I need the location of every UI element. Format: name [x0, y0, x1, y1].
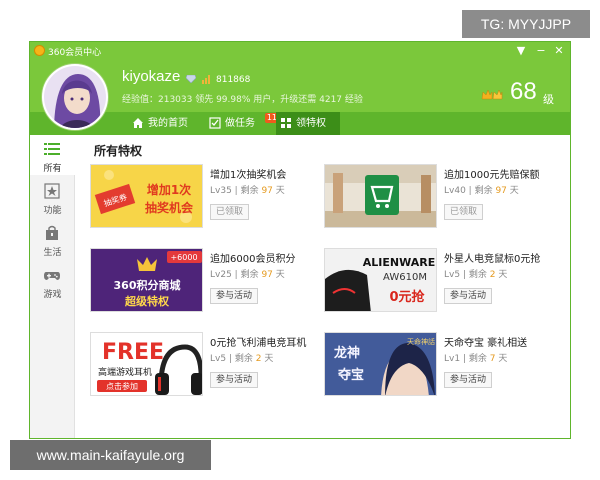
card-title: 增加1次抽奖机会 [210, 170, 287, 181]
list-icon [44, 143, 60, 155]
app-logo-icon [34, 45, 45, 56]
tab-privileges-label: 领特权 [296, 118, 326, 129]
tab-home-label: 我的首页 [148, 118, 188, 129]
experience-info: 经验值：213033 领先 99.98% 用户，升级还需 4217 经验 [122, 95, 363, 105]
banner-line-3: 0元抢 [389, 289, 425, 305]
claimed-button[interactable]: 已领取 [210, 204, 250, 220]
profile-header: 360会员中心 ▼ − ✕ kiyokaze 811868 经验值：213033… [30, 42, 570, 130]
banner-line-2: 抽奖机会 [145, 200, 194, 215]
card-title: 追加1000元先赔保额 [444, 170, 540, 181]
join-activity-button[interactable]: 参与活动 [210, 372, 259, 388]
tab-tasks[interactable]: 做任务 11 [205, 112, 279, 135]
sidebar-item-life[interactable]: 生活 [30, 219, 75, 259]
privilege-card: FREE 高端游戏耳机 点击参加 0元抢飞利浦电竞耳机 Lv5 | 剩余 2 天… [90, 332, 308, 402]
privilege-card: 追加1000元先赔保额 Lv40 | 剩余 97 天 已领取 [324, 164, 542, 234]
join-activity-button[interactable]: 参与活动 [444, 372, 493, 388]
vip-diamond-icon [186, 75, 196, 83]
privilege-card: 龙神 夺宝 天命神話 天命夺宝 豪礼相送 Lv1 | 剩余 7 天 参与活动 [324, 332, 542, 402]
sidebar-item-features-label: 功能 [43, 206, 62, 216]
points-mall-banner[interactable]: +6000 360积分商城 超级特权 [90, 248, 203, 312]
banner-line-2: 高端游戏耳机 [98, 366, 152, 378]
game-banner[interactable]: 龙神 夺宝 天命神話 [324, 332, 437, 396]
card-title: 0元抢飞利浦电竞耳机 [210, 338, 307, 349]
alienware-banner[interactable]: ALIENWARE AW610M 0元抢 [324, 248, 437, 312]
username: kiyokaze [122, 68, 181, 85]
tab-home[interactable]: 我的首页 [128, 112, 188, 135]
banner-line-2: 超级特权 [124, 294, 170, 308]
sidebar-item-life-label: 生活 [43, 248, 62, 258]
section-title: 所有特权 [94, 144, 143, 158]
banner-line-1: 增加1次 [147, 182, 191, 197]
tab-privileges[interactable]: 领特权 [276, 112, 340, 135]
card-meta: Lv1 | 剩余 7 天 [444, 354, 508, 364]
level-unit: 级 [543, 93, 554, 106]
crown-icon [481, 89, 503, 100]
bag-icon [46, 225, 58, 240]
headphone-banner[interactable]: FREE 高端游戏耳机 点击参加 [90, 332, 203, 396]
level-bars-icon [202, 75, 210, 84]
sidebar-item-features[interactable]: 功能 [30, 177, 75, 217]
points-tag: +6000 [170, 253, 197, 262]
card-meta: Lv35 | 剩余 97 天 [210, 186, 285, 196]
menu-button[interactable]: ▼ [512, 43, 530, 59]
claimed-button[interactable]: 已领取 [444, 204, 484, 220]
minimize-button[interactable]: − [532, 43, 550, 59]
lottery-banner[interactable]: 抽奖券 增加1次 抽奖机会 [90, 164, 203, 228]
banner-line-1: 龙神 [334, 345, 360, 361]
tab-tasks-label: 做任务 [225, 118, 255, 129]
grid-icon [281, 118, 291, 128]
home-icon [133, 118, 143, 128]
close-button[interactable]: ✕ [550, 43, 568, 59]
card-title: 追加6000会员积分 [210, 254, 296, 265]
title-bar: 360会员中心 ▼ − ✕ [30, 42, 570, 60]
banner-line-1: 360积分商城 [114, 278, 181, 292]
card-meta: Lv5 | 剩余 2 天 [210, 354, 274, 364]
watermark: www.main-kaifayule.org [10, 440, 211, 470]
banner-line-2: 夺宝 [337, 367, 364, 383]
join-activity-button[interactable]: 参与活动 [444, 288, 493, 304]
join-activity-button[interactable]: 参与活动 [210, 288, 259, 304]
card-meta: Lv25 | 剩余 97 天 [210, 270, 285, 280]
privilege-card: +6000 360积分商城 超级特权 追加6000会员积分 Lv25 | 剩余 … [90, 248, 308, 318]
sidebar: 所有 功能 生活 游戏 [30, 135, 75, 438]
avatar[interactable] [42, 64, 108, 130]
star-icon [44, 183, 60, 199]
banner-cta: 点击参加 [106, 381, 138, 391]
card-meta: Lv5 | 剩余 2 天 [444, 270, 508, 280]
app-window: 360会员中心 ▼ − ✕ kiyokaze 811868 经验值：213033… [29, 41, 571, 439]
tab-bar: 我的首页 做任务 11 领特权 [30, 112, 570, 135]
sidebar-item-games-label: 游戏 [43, 290, 62, 300]
sidebar-item-all-label: 所有 [43, 164, 62, 174]
banner-line-2: AW610M [383, 272, 427, 283]
banner-line-1: FREE [102, 340, 164, 365]
game-logo-text: 天命神話 [407, 337, 435, 346]
app-title: 360会员中心 [48, 48, 102, 58]
sidebar-item-all[interactable]: 所有 [30, 135, 75, 175]
guarantee-banner[interactable] [324, 164, 437, 228]
privilege-card: 抽奖券 增加1次 抽奖机会 增加1次抽奖机会 Lv35 | 剩余 97 天 已领… [90, 164, 308, 234]
corner-tag: TG: MYYJJPP [462, 10, 590, 38]
level-number: 68 [510, 78, 537, 105]
checklist-icon [209, 117, 221, 129]
card-title: 天命夺宝 豪礼相送 [444, 338, 528, 349]
card-meta: Lv40 | 剩余 97 天 [444, 186, 519, 196]
gamepad-icon [44, 272, 60, 280]
card-title: 外星人电竞鼠标0元抢 [444, 254, 541, 265]
privilege-card: ALIENWARE AW610M 0元抢 外星人电竞鼠标0元抢 Lv5 | 剩余… [324, 248, 542, 318]
banner-line-1: ALIENWARE [363, 256, 435, 269]
sidebar-item-games[interactable]: 游戏 [30, 261, 75, 301]
user-id: 811868 [216, 75, 251, 85]
